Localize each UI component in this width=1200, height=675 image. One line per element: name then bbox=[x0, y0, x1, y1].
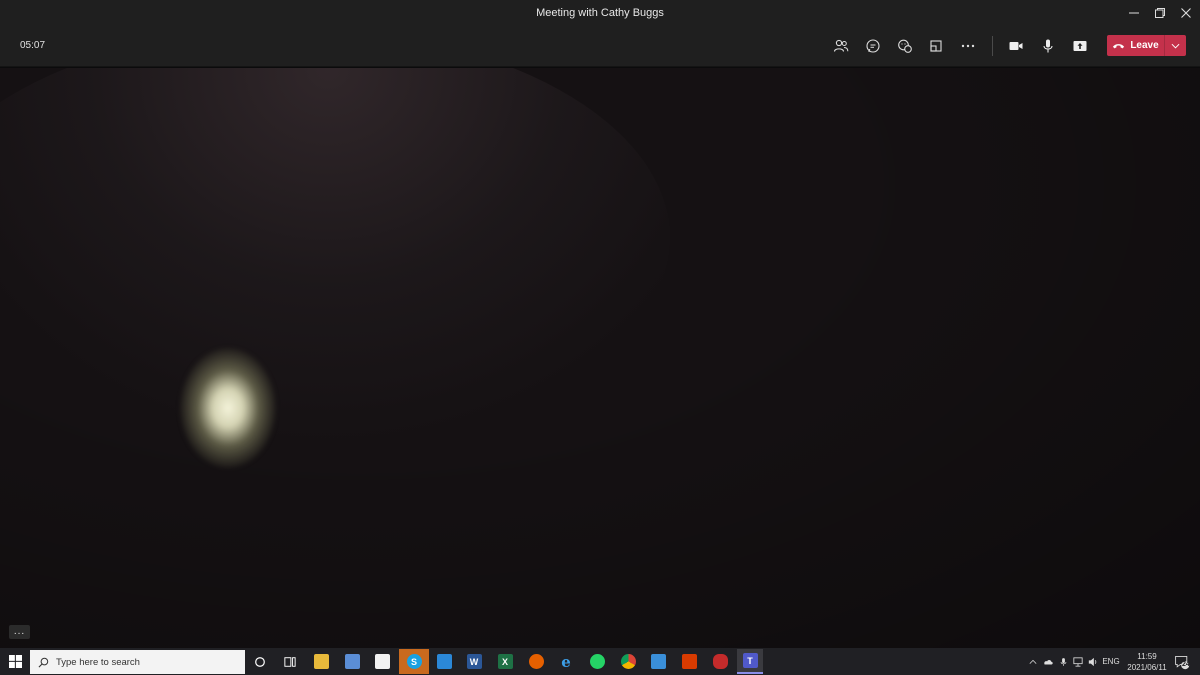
leave-button-group: Leave bbox=[1107, 35, 1186, 56]
snip-icon bbox=[650, 654, 666, 669]
taskbar-task-view[interactable] bbox=[277, 649, 303, 674]
tray-microphone[interactable] bbox=[1056, 648, 1070, 675]
teams-icon: T bbox=[742, 653, 758, 668]
rooms-icon bbox=[930, 40, 942, 52]
taskbar-mail[interactable] bbox=[431, 649, 457, 674]
taskbar-word[interactable]: W bbox=[461, 649, 487, 674]
share-icon bbox=[1073, 41, 1087, 51]
chat-icon bbox=[866, 39, 880, 53]
chevron-down-icon bbox=[1171, 43, 1180, 49]
minimize-button[interactable] bbox=[1121, 0, 1147, 26]
restore-icon bbox=[1155, 8, 1165, 18]
share-screen-button[interactable] bbox=[1068, 34, 1092, 58]
meeting-toolbar: 05:07 Leave bbox=[0, 26, 1200, 67]
video-more-options-button[interactable]: ... bbox=[9, 625, 30, 639]
camera-icon bbox=[1009, 42, 1023, 50]
reactions-button[interactable] bbox=[893, 34, 917, 58]
microphone-icon bbox=[1043, 39, 1053, 53]
windows-taskbar: Type here to search S W X e T ENG 11:59 … bbox=[0, 648, 1200, 675]
chevron-up-icon bbox=[1029, 659, 1037, 664]
participants-button[interactable] bbox=[829, 34, 853, 58]
restore-button[interactable] bbox=[1147, 0, 1173, 26]
calculator-icon bbox=[344, 654, 360, 669]
clock-time: 11:59 bbox=[1137, 652, 1157, 661]
chrome-icon bbox=[620, 654, 636, 669]
edge-icon: e bbox=[561, 652, 571, 671]
toolbar-divider bbox=[992, 36, 993, 56]
firefox-icon bbox=[528, 654, 544, 669]
tray-volume[interactable] bbox=[1086, 648, 1100, 675]
mail-icon bbox=[436, 654, 452, 669]
taskbar-clock[interactable]: 11:59 2021/06/11 bbox=[1122, 651, 1172, 673]
video-feed: ... bbox=[0, 68, 1200, 648]
network-icon bbox=[1073, 656, 1083, 667]
whatsapp-icon bbox=[589, 654, 605, 669]
close-window-button[interactable] bbox=[1173, 0, 1199, 26]
taskbar-whatsapp[interactable] bbox=[584, 649, 610, 674]
search-placeholder: Type here to search bbox=[56, 656, 140, 668]
taskbar-edge[interactable]: e bbox=[553, 649, 579, 674]
leave-label: Leave bbox=[1130, 40, 1159, 51]
taskbar-file-explorer[interactable] bbox=[308, 649, 334, 674]
windows-logo-icon bbox=[8, 655, 22, 668]
speaker-icon bbox=[1088, 657, 1097, 666]
taskbar-store[interactable] bbox=[369, 649, 395, 674]
store-bag-icon bbox=[374, 654, 390, 669]
red-app-icon bbox=[712, 654, 728, 669]
window-title: Meeting with Cathy Buggs bbox=[536, 7, 664, 19]
taskbar-red-app[interactable] bbox=[707, 649, 733, 674]
task-view-icon bbox=[284, 656, 296, 667]
tray-onedrive[interactable] bbox=[1041, 648, 1055, 675]
word-icon: W bbox=[466, 654, 482, 669]
taskbar-firefox[interactable] bbox=[523, 649, 549, 674]
office-icon bbox=[681, 654, 697, 669]
taskbar-skype[interactable]: S bbox=[399, 649, 429, 674]
taskbar-excel[interactable]: X bbox=[492, 649, 518, 674]
taskbar-chrome[interactable] bbox=[615, 649, 641, 674]
camera-button[interactable] bbox=[1004, 34, 1028, 58]
microphone-tray-icon bbox=[1060, 657, 1066, 666]
taskbar-cortana[interactable] bbox=[247, 649, 273, 674]
taskbar-search-box[interactable]: Type here to search bbox=[30, 650, 245, 674]
minimize-icon bbox=[1129, 12, 1139, 14]
tray-network[interactable] bbox=[1071, 648, 1085, 675]
taskbar-teams[interactable]: T bbox=[737, 649, 763, 674]
reactions-icon bbox=[898, 39, 912, 53]
notification-center-button[interactable]: 24 bbox=[1172, 652, 1192, 672]
microphone-button[interactable] bbox=[1036, 34, 1060, 58]
tray-overflow-button[interactable] bbox=[1026, 648, 1040, 675]
cortana-icon bbox=[255, 656, 265, 667]
more-actions-button[interactable] bbox=[956, 34, 980, 58]
window-titlebar: Meeting with Cathy Buggs bbox=[0, 0, 1200, 26]
breakout-rooms-button[interactable] bbox=[924, 34, 948, 58]
leave-button[interactable]: Leave bbox=[1107, 35, 1164, 56]
cloud-icon bbox=[1044, 660, 1053, 665]
video-vignette bbox=[0, 68, 1200, 648]
ellipsis-icon bbox=[961, 44, 975, 48]
people-icon bbox=[833, 39, 849, 52]
taskbar-snip[interactable] bbox=[645, 649, 671, 674]
chat-button[interactable] bbox=[861, 34, 885, 58]
skype-icon: S bbox=[406, 654, 422, 669]
close-icon bbox=[1181, 8, 1191, 18]
search-icon bbox=[38, 657, 49, 667]
hang-up-icon bbox=[1113, 43, 1125, 48]
excel-icon: X bbox=[497, 654, 513, 669]
taskbar-office[interactable] bbox=[676, 649, 702, 674]
taskbar-calculator[interactable] bbox=[339, 649, 365, 674]
meeting-timer: 05:07 bbox=[20, 40, 46, 51]
folder-icon bbox=[313, 654, 329, 669]
tray-language[interactable]: ENG bbox=[1101, 648, 1121, 675]
leave-options-dropdown[interactable] bbox=[1164, 35, 1186, 56]
notification-count: 24 bbox=[1182, 661, 1190, 668]
clock-date: 2021/06/11 bbox=[1127, 663, 1167, 672]
start-button[interactable] bbox=[0, 648, 30, 675]
